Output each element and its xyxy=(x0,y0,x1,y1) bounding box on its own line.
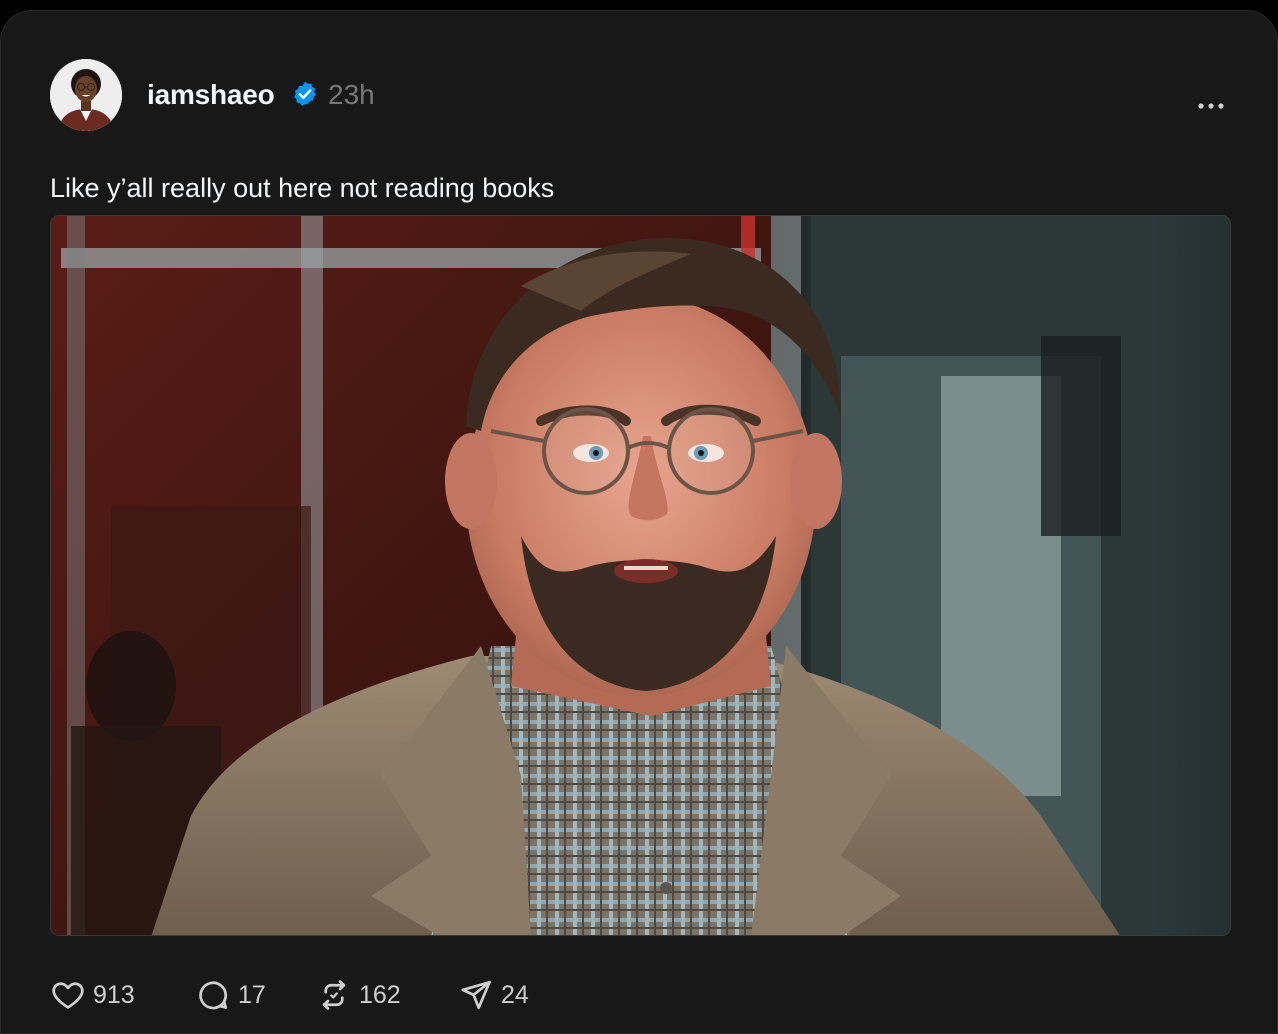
meme-photo xyxy=(51,216,1230,935)
share-button[interactable]: 24 xyxy=(458,975,529,1015)
more-options-button[interactable] xyxy=(1191,91,1231,121)
avatar[interactable] xyxy=(50,59,122,131)
repost-count: 162 xyxy=(359,981,401,1009)
heart-icon xyxy=(52,982,84,1009)
more-horizontal-icon xyxy=(1198,103,1224,109)
like-button[interactable]: 913 xyxy=(50,975,135,1015)
post-card: iamshaeo 23h Like y’all really out here … xyxy=(0,10,1278,1034)
repost-icon xyxy=(322,980,346,1010)
like-count: 913 xyxy=(93,981,135,1009)
share-count: 24 xyxy=(501,981,529,1009)
verified-badge-icon xyxy=(291,80,319,108)
username[interactable]: iamshaeo xyxy=(147,78,275,112)
post-image[interactable] xyxy=(50,215,1231,936)
send-icon xyxy=(461,980,491,1010)
repost-button[interactable]: 162 xyxy=(316,975,401,1015)
post-timestamp: 23h xyxy=(328,79,375,110)
comment-bubble-icon xyxy=(199,981,228,1010)
avatar-photo xyxy=(50,59,122,131)
reply-button[interactable]: 17 xyxy=(195,975,266,1015)
post-text: Like y’all really out here not reading b… xyxy=(50,173,555,203)
reply-count: 17 xyxy=(238,981,266,1009)
